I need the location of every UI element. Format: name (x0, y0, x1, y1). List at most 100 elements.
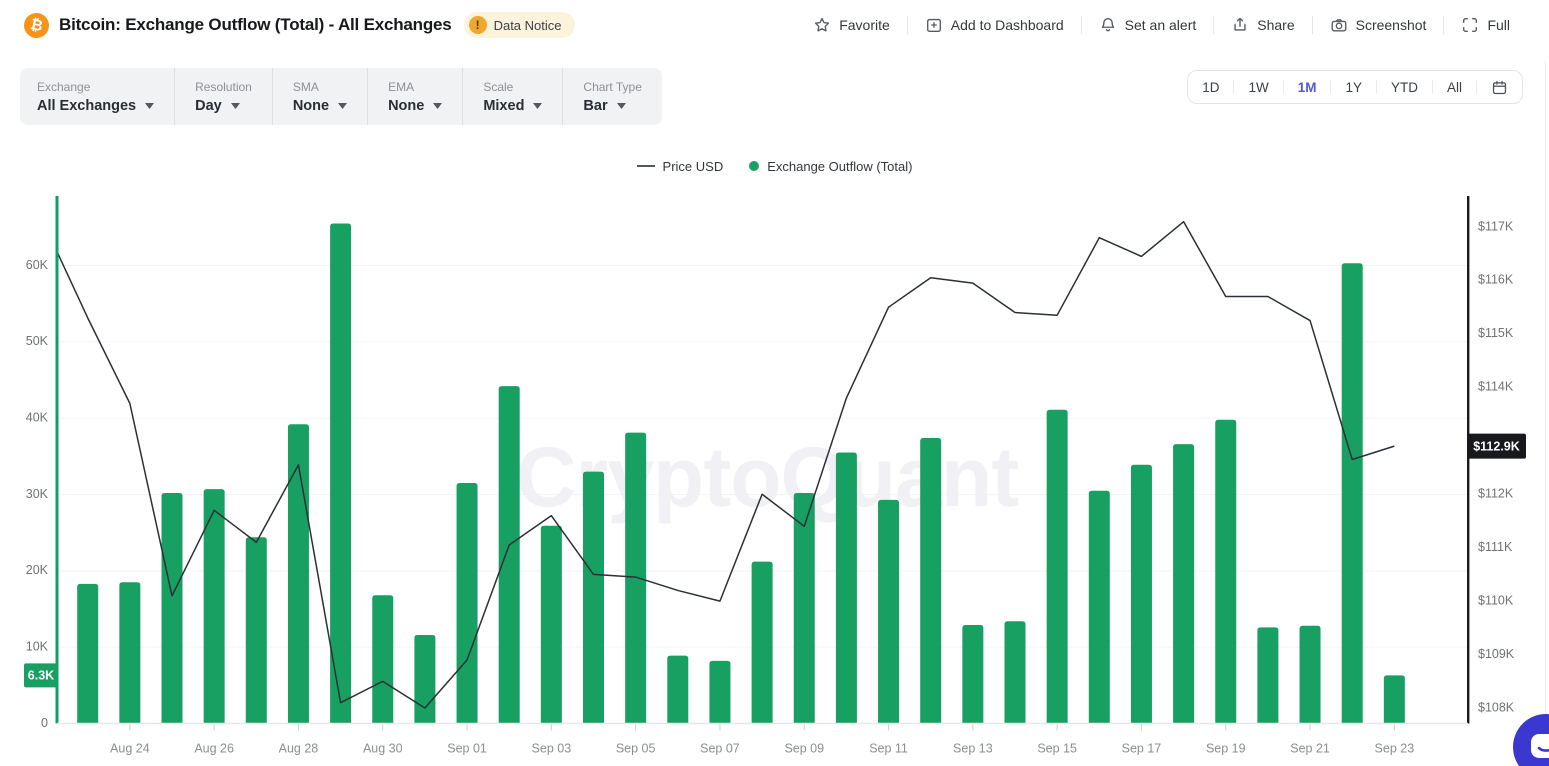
chevron-down-icon (617, 103, 626, 109)
calendar-button[interactable] (1477, 79, 1522, 96)
filter-value: None (388, 98, 424, 114)
filter-value: Bar (583, 98, 607, 114)
outflow-bar-sep-06[interactable] (667, 656, 688, 724)
outflow-bar-sep-05[interactable] (625, 433, 646, 724)
legend-exchange-outflow[interactable]: Exchange Outflow (Total) (749, 159, 912, 174)
chart-type-dropdown[interactable]: Chart Type Bar (562, 68, 661, 125)
filter-label: Resolution (195, 80, 252, 94)
outflow-bar-sep-19[interactable] (1215, 420, 1236, 724)
outflow-bar-aug-29[interactable] (330, 224, 351, 724)
outflow-bar-aug-24[interactable] (119, 582, 140, 723)
outflow-bar-sep-08[interactable] (752, 562, 773, 724)
left-axis-line (56, 196, 59, 724)
x-axis-date-label: Sep 13 (953, 741, 993, 755)
legend-price-usd[interactable]: Price USD (637, 159, 724, 174)
chart-settings-toolbar: Exchange All Exchanges Resolution Day SM… (20, 68, 662, 125)
outflow-bar-sep-10[interactable] (836, 453, 857, 724)
filter-label: SMA (293, 80, 347, 94)
range-all-button[interactable]: All (1433, 71, 1476, 103)
data-notice-badge[interactable]: ! Data Notice (464, 12, 575, 38)
share-button[interactable]: Share (1214, 16, 1311, 34)
exchange-dropdown[interactable]: Exchange All Exchanges (20, 68, 174, 125)
favorite-button[interactable]: Favorite (796, 16, 907, 34)
x-axis-date-label: Sep 23 (1375, 741, 1415, 755)
outflow-bar-sep-02[interactable] (499, 386, 520, 723)
filter-value: None (293, 98, 329, 114)
range-1d-button[interactable]: 1D (1188, 71, 1233, 103)
watermark: CryptoQuant (516, 430, 1018, 524)
chevron-down-icon (433, 103, 442, 109)
x-axis-date-label: Sep 09 (784, 741, 824, 755)
outflow-bar-sep-09[interactable] (794, 493, 815, 724)
x-axis-date-label: Sep 17 (1122, 741, 1162, 755)
dot-swatch-icon (749, 161, 759, 171)
right-axis-label: $114K (1478, 380, 1514, 394)
outflow-bar-sep-12[interactable] (920, 438, 941, 723)
filter-label: EMA (388, 80, 442, 94)
outflow-bar-sep-23[interactable] (1384, 675, 1405, 723)
outflow-bar-sep-01[interactable] (457, 483, 478, 723)
app-header: ₿ Bitcoin: Exchange Outflow (Total) - Al… (0, 0, 1549, 50)
header-actions: Favorite Add to Dashboard Set an alert S… (796, 16, 1527, 34)
fullscreen-button[interactable]: Full (1444, 16, 1527, 34)
left-axis-label: 20K (26, 563, 49, 577)
star-icon (813, 16, 831, 34)
price-line[interactable] (46, 222, 1395, 708)
fullscreen-icon (1461, 16, 1479, 34)
right-axis-label: $111K (1478, 540, 1513, 554)
sma-dropdown[interactable]: SMA None (272, 68, 367, 125)
scale-dropdown[interactable]: Scale Mixed (462, 68, 562, 125)
outflow-bar-sep-15[interactable] (1047, 410, 1068, 724)
chat-widget-button[interactable] (1513, 714, 1549, 766)
x-axis-date-label: Sep 03 (532, 741, 572, 755)
outflow-bar-sep-03[interactable] (541, 526, 562, 724)
outflow-bar-sep-07[interactable] (709, 661, 730, 724)
outflow-bar-sep-16[interactable] (1089, 491, 1110, 724)
screenshot-button[interactable]: Screenshot (1313, 16, 1444, 34)
outflow-bar-sep-04[interactable] (583, 472, 604, 724)
resolution-dropdown[interactable]: Resolution Day (174, 68, 272, 125)
outflow-bar-aug-23[interactable] (77, 584, 98, 724)
left-axis-label: 30K (26, 487, 49, 501)
outflow-bar-aug-31[interactable] (414, 635, 435, 724)
range-1y-button[interactable]: 1Y (1331, 71, 1376, 103)
filter-value: Mixed (483, 98, 524, 114)
chevron-down-icon (145, 103, 154, 109)
outflow-bar-sep-13[interactable] (962, 625, 983, 723)
outflow-bar-sep-22[interactable] (1342, 263, 1363, 723)
x-axis-date-label: Sep 15 (1037, 741, 1077, 755)
right-axis-line (1467, 196, 1469, 724)
add-to-dashboard-button[interactable]: Add to Dashboard (908, 16, 1081, 34)
x-axis-date-label: Aug 26 (194, 741, 234, 755)
filter-label: Scale (483, 80, 542, 94)
right-axis-label: $108K (1478, 700, 1515, 714)
range-1m-button[interactable]: 1M (1284, 71, 1331, 103)
outflow-bar-aug-27[interactable] (246, 537, 267, 723)
camera-icon (1330, 16, 1348, 34)
range-1w-button[interactable]: 1W (1234, 71, 1282, 103)
outflow-bar-sep-20[interactable] (1257, 627, 1278, 723)
x-axis-date-label: Aug 28 (279, 741, 319, 755)
set-alert-button[interactable]: Set an alert (1082, 16, 1214, 34)
right-axis-label: $116K (1478, 273, 1514, 287)
left-axis-label: 40K (26, 410, 49, 424)
outflow-bar-sep-21[interactable] (1300, 626, 1321, 724)
outflow-bar-sep-11[interactable] (878, 500, 899, 724)
legend-price-label: Price USD (663, 159, 724, 174)
outflow-bar-aug-26[interactable] (204, 489, 225, 723)
line-swatch-icon (637, 165, 655, 167)
screenshot-label: Screenshot (1356, 17, 1427, 33)
share-icon (1231, 16, 1249, 34)
outflow-bar-sep-14[interactable] (1005, 621, 1026, 723)
share-label: Share (1257, 17, 1294, 33)
current-outflow-badge-bg (24, 663, 58, 687)
right-axis-label: $110K (1478, 593, 1514, 607)
outflow-bar-aug-30[interactable] (372, 595, 393, 723)
data-notice-label: Data Notice (494, 18, 562, 33)
outflow-bar-sep-17[interactable] (1131, 465, 1152, 724)
ema-dropdown[interactable]: EMA None (367, 68, 462, 125)
outflow-bar-aug-25[interactable] (162, 493, 183, 724)
range-ytd-button[interactable]: YTD (1377, 71, 1432, 103)
outflow-bar-aug-28[interactable] (288, 424, 309, 723)
outflow-bar-sep-18[interactable] (1173, 444, 1194, 723)
